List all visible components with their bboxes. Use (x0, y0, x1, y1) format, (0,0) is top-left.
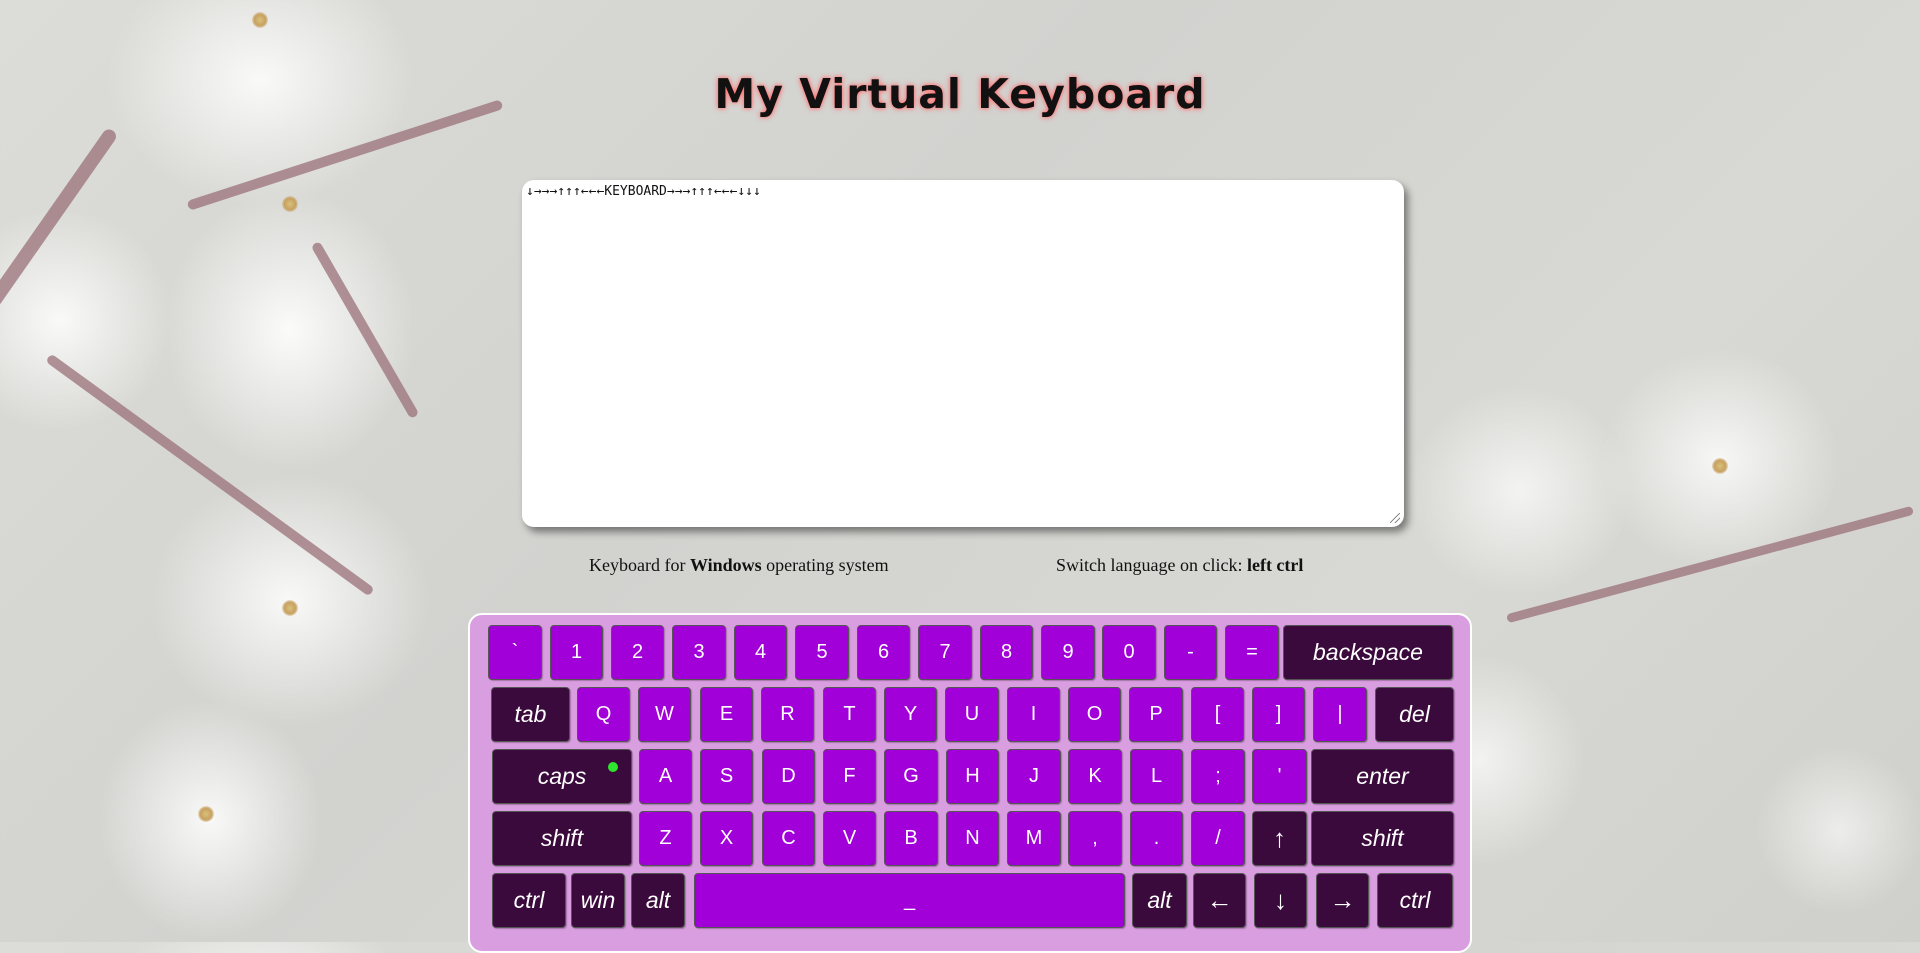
resize-handle[interactable] (1390, 513, 1400, 523)
key-win[interactable]: win (571, 873, 625, 928)
key-z[interactable]: Z (639, 811, 692, 866)
key-enter[interactable]: enter (1311, 749, 1454, 804)
key-slash[interactable]: / (1191, 811, 1245, 866)
key-y[interactable]: Y (884, 687, 937, 742)
key-t[interactable]: T (823, 687, 876, 742)
key-ctrl-right[interactable]: ctrl (1377, 873, 1453, 928)
text-input[interactable] (522, 180, 1404, 527)
key-x[interactable]: X (700, 811, 753, 866)
key-w[interactable]: W (638, 687, 691, 742)
key-8[interactable]: 8 (980, 625, 1033, 680)
os-info: Keyboard for Windows operating system (589, 555, 889, 576)
key-arrow-right[interactable]: → (1316, 873, 1369, 928)
key-3[interactable]: 3 (672, 625, 726, 680)
key-q[interactable]: Q (577, 687, 630, 742)
key-tab[interactable]: tab (491, 687, 570, 742)
key-s[interactable]: S (700, 749, 753, 804)
key-arrow-up[interactable]: ↑ (1252, 811, 1307, 866)
key-backtick[interactable]: ` (488, 625, 542, 680)
key-p[interactable]: P (1129, 687, 1183, 742)
key-b[interactable]: B (884, 811, 938, 866)
key-shift-left[interactable]: shift (492, 811, 632, 866)
key-e[interactable]: E (700, 687, 753, 742)
key-pipe[interactable]: | (1313, 687, 1367, 742)
background-branch (0, 126, 119, 324)
language-info-prefix: Switch language on click: (1056, 555, 1247, 575)
key-u[interactable]: U (945, 687, 999, 742)
key-backspace[interactable]: backspace (1283, 625, 1453, 680)
key-alt-right[interactable]: alt (1132, 873, 1187, 928)
key-k[interactable]: K (1068, 749, 1122, 804)
page-title: My Virtual Keyboard (714, 70, 1206, 118)
key-n[interactable]: N (946, 811, 999, 866)
key-5[interactable]: 5 (795, 625, 849, 680)
language-switch-key: left ctrl (1246, 555, 1304, 575)
blossom-decoration (282, 600, 298, 616)
key-arrow-down[interactable]: ↓ (1254, 873, 1307, 928)
virtual-keyboard: ` 1 2 3 4 5 6 7 8 9 0- = backspace tab Q W E R T Y U I O P[] | d… (468, 613, 1472, 953)
key-0[interactable]: 0 (1102, 625, 1156, 680)
key-comma[interactable]: , (1068, 811, 1122, 866)
key-shift-right[interactable]: shift (1311, 811, 1454, 866)
key-h[interactable]: H (946, 749, 999, 804)
blossom-decoration (198, 806, 214, 822)
key-equals[interactable]: = (1225, 625, 1279, 680)
blossom-decoration (252, 12, 268, 28)
key-j[interactable]: J (1007, 749, 1061, 804)
key-left-bracket[interactable]: [ (1191, 687, 1244, 742)
key-period[interactable]: . (1130, 811, 1183, 866)
key-o[interactable]: O (1068, 687, 1121, 742)
key-arrow-left[interactable]: ← (1193, 873, 1246, 928)
blossom-decoration (282, 196, 298, 212)
key-a[interactable]: A (639, 749, 692, 804)
key-c[interactable]: C (762, 811, 815, 866)
key-ctrl-left[interactable]: ctrl (492, 873, 566, 928)
key-f[interactable]: F (823, 749, 876, 804)
key-g[interactable]: G (884, 749, 938, 804)
key-semicolon[interactable]: ; (1191, 749, 1245, 804)
os-info-suffix: operating system (761, 555, 889, 575)
key-r[interactable]: R (761, 687, 814, 742)
key-d[interactable]: D (762, 749, 815, 804)
background-branch (1505, 505, 1915, 624)
language-switch-info: Switch language on click: left ctrl (1056, 555, 1303, 576)
key-space[interactable]: _ (694, 873, 1125, 928)
os-info-prefix: Keyboard for (589, 555, 690, 575)
key-right-bracket[interactable]: ] (1252, 687, 1305, 742)
key-l[interactable]: L (1130, 749, 1183, 804)
key-del[interactable]: del (1375, 687, 1454, 742)
key-9[interactable]: 9 (1041, 625, 1095, 680)
background-branch (310, 240, 420, 420)
key-minus[interactable]: - (1164, 625, 1217, 680)
key-4[interactable]: 4 (734, 625, 787, 680)
key-v[interactable]: V (823, 811, 876, 866)
key-m[interactable]: M (1007, 811, 1061, 866)
key-1[interactable]: 1 (550, 625, 603, 680)
key-6[interactable]: 6 (857, 625, 910, 680)
background-branch (45, 353, 375, 597)
key-caps[interactable]: caps (492, 749, 632, 804)
key-quote[interactable]: ' (1252, 749, 1307, 804)
blossom-decoration (1712, 458, 1728, 474)
os-name: Windows (689, 555, 762, 575)
key-alt-left[interactable]: alt (631, 873, 685, 928)
key-2[interactable]: 2 (611, 625, 664, 680)
text-output-area[interactable] (522, 180, 1404, 527)
key-i[interactable]: I (1007, 687, 1060, 742)
key-7[interactable]: 7 (918, 625, 972, 680)
